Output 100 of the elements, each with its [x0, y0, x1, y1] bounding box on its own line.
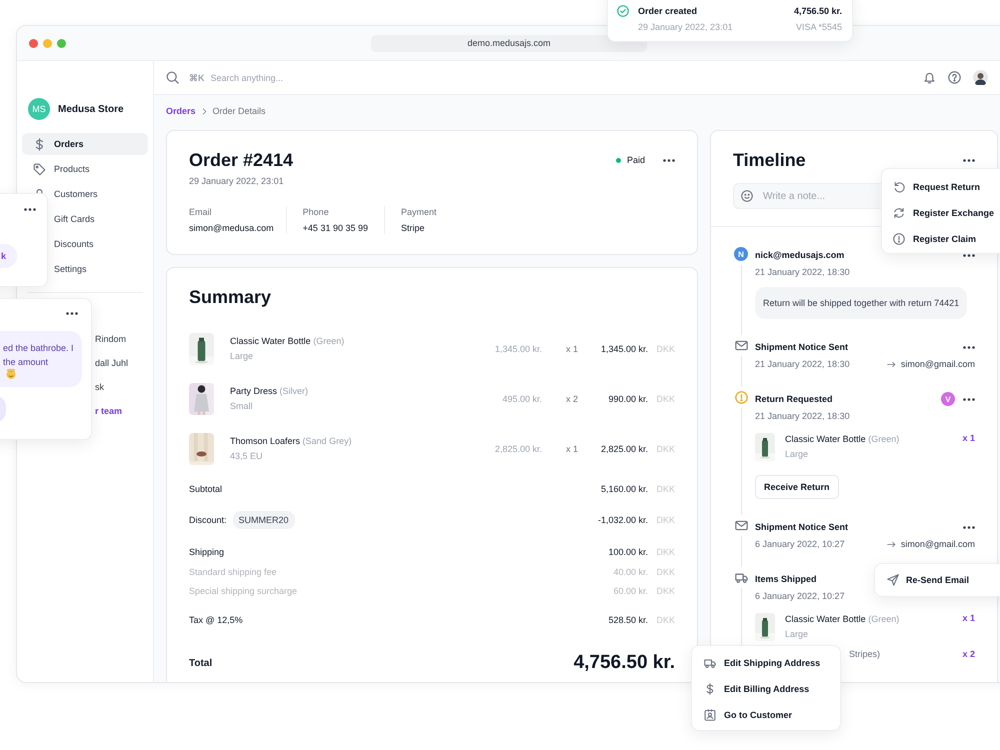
- emoji-icon: [6, 369, 16, 379]
- mail-icon: [734, 339, 748, 352]
- currency: DKK: [655, 547, 675, 557]
- store-name: Medusa Store: [58, 104, 124, 114]
- quantity: x 1: [962, 613, 975, 623]
- order-date: 29 January 2022, 23:01: [189, 175, 285, 187]
- arrow-icon: [886, 540, 896, 548]
- contact-card-icon: [704, 709, 716, 721]
- more-icon[interactable]: [963, 398, 975, 400]
- tag-icon: [33, 162, 46, 176]
- grand-total: 4,756.50 kr.: [574, 652, 675, 674]
- refresh-icon: [893, 207, 905, 219]
- nav-item[interactable]: Orders: [22, 133, 148, 155]
- item-name: Classic Water Bottle (Green): [785, 613, 900, 626]
- field-label: Payment: [400, 206, 437, 218]
- total-label: Shipping: [189, 547, 226, 557]
- total-label: Total: [189, 658, 214, 668]
- menu-item[interactable]: Register Claim: [893, 226, 1000, 252]
- more-icon[interactable]: [663, 158, 675, 162]
- event-time: 6 January 2022, 10:27: [755, 538, 845, 551]
- line-total: 1,345.00 kr.: [600, 344, 648, 354]
- smiley-icon[interactable]: [741, 190, 753, 202]
- resend-email-button[interactable]: Re-Send Email: [874, 563, 1000, 597]
- item-name: Thomson Loafers (Sand Grey): [230, 435, 352, 448]
- event-time: 21 January 2022, 18:30: [755, 358, 850, 371]
- nav-item[interactable]: sk: [95, 382, 104, 392]
- more-icon[interactable]: [963, 254, 975, 256]
- alert-icon: [734, 391, 748, 404]
- dollar-icon: [704, 683, 716, 695]
- more-icon[interactable]: [963, 346, 975, 348]
- total-amount: 5,160.00 kr.: [600, 484, 648, 494]
- dollar-icon: [33, 138, 46, 150]
- item-option: Large: [230, 350, 344, 363]
- total-label: Subtotal: [189, 484, 224, 494]
- currency: DKK: [655, 344, 675, 354]
- nav-item[interactable]: Customers: [54, 189, 98, 199]
- alert-icon: [893, 233, 905, 245]
- nav-item[interactable]: Rindom: [95, 334, 126, 344]
- currency: DKK: [655, 615, 675, 625]
- nav-item[interactable]: dall Juhl: [95, 358, 128, 368]
- menu-item[interactable]: Edit Billing Address: [704, 676, 840, 702]
- receive-return-button[interactable]: Receive Return: [755, 475, 839, 499]
- user-avatar: N: [734, 247, 748, 261]
- nav-item[interactable]: Products: [54, 164, 90, 174]
- more-icon[interactable]: [963, 158, 975, 162]
- nav-item[interactable]: Discounts: [54, 239, 94, 249]
- item-name: Party Dress (Silver): [230, 385, 308, 398]
- timeline-title: Timeline: [733, 151, 806, 169]
- total-label: Special shipping surcharge: [189, 586, 298, 596]
- notification-title: Order created: [638, 6, 698, 16]
- chevron-icon: [200, 108, 208, 114]
- bell-icon[interactable]: [923, 71, 936, 84]
- address-bar[interactable]: demo.medusajs.com: [371, 34, 647, 52]
- event-title: Return Requested: [755, 394, 833, 404]
- quantity: x 2: [565, 394, 580, 404]
- arrow-icon: [886, 360, 896, 368]
- quantity: x 2: [962, 649, 975, 659]
- field-value: +45 31 90 35 99: [302, 222, 368, 234]
- avatar-icon[interactable]: [973, 70, 988, 85]
- currency: DKK: [655, 586, 675, 596]
- link-chip[interactable]: k: [0, 244, 17, 268]
- unit-price: 2,825.00 kr.: [494, 444, 542, 454]
- mail-icon: [734, 519, 748, 532]
- currency: DKK: [655, 566, 675, 576]
- field-value: Stripe: [400, 222, 426, 234]
- currency: DKK: [655, 484, 675, 494]
- note-bubble: Return will be shipped together with return 74421: [755, 287, 968, 319]
- field-label: Email: [189, 206, 213, 218]
- currency: DKK: [655, 444, 675, 454]
- undo-icon: [893, 181, 905, 193]
- nav-item[interactable]: Gift Cards: [54, 214, 95, 224]
- nav-item[interactable]: Settings: [54, 264, 87, 274]
- store-avatar: MS: [28, 98, 50, 120]
- total-label: Tax @ 12,5%: [189, 615, 244, 625]
- menu-item[interactable]: Edit Shipping Address: [704, 650, 840, 676]
- search-icon[interactable]: [166, 71, 179, 84]
- item-name: Stripes): [849, 649, 880, 659]
- help-icon[interactable]: [948, 71, 961, 84]
- item-option: Large: [785, 448, 952, 461]
- quantity: x 1: [565, 444, 580, 454]
- link[interactable]: r team: [95, 406, 122, 416]
- breadcrumb-link[interactable]: Orders: [166, 106, 196, 116]
- line-total: 990.00 kr.: [607, 394, 648, 404]
- event-time: 21 January 2022, 18:30: [755, 410, 850, 423]
- menu-item[interactable]: Go to Customer: [704, 702, 840, 728]
- total-amount: 100.00 kr.: [607, 547, 648, 557]
- more-icon[interactable]: [66, 312, 78, 315]
- item-option: Small: [230, 400, 308, 413]
- event-title: Items Shipped: [755, 574, 817, 584]
- event-title: Shipment Notice Sent: [755, 522, 848, 532]
- item-option: Large: [785, 628, 952, 641]
- more-icon[interactable]: [24, 208, 36, 211]
- total-label: Discount:: [189, 515, 227, 525]
- discount-code: SUMMER20: [232, 511, 295, 529]
- currency: DKK: [655, 515, 675, 525]
- card-info: VISA *5545: [796, 22, 842, 32]
- item-option: 43,5 EU: [230, 450, 352, 463]
- event-title: Shipment Notice Sent: [755, 342, 848, 352]
- event-title: nick@medusajs.com: [755, 250, 844, 260]
- more-icon[interactable]: [963, 526, 975, 528]
